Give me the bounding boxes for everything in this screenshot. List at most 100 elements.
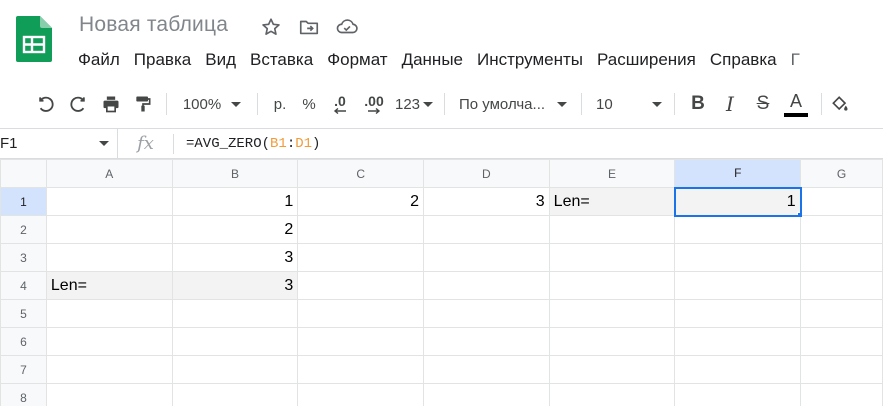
font-size-select[interactable]: 10 (590, 89, 666, 119)
cell-d1[interactable]: 3 (423, 187, 550, 216)
menu-tools[interactable]: Инструменты (470, 50, 590, 70)
column-header-b[interactable]: B (171, 159, 299, 188)
row-header-3[interactable]: 3 (0, 243, 47, 272)
increase-decimals-button[interactable]: .00 (356, 89, 392, 119)
column-header-c[interactable]: C (297, 159, 424, 188)
cell-b1[interactable]: 1 (171, 187, 299, 216)
cell-c1[interactable]: 2 (297, 187, 424, 216)
cell-f8[interactable] (674, 383, 802, 406)
cell-c3[interactable] (297, 243, 424, 272)
cell-a6[interactable] (45, 327, 173, 356)
cell-c7[interactable] (297, 355, 424, 384)
cell-f6[interactable] (674, 327, 802, 356)
cell-b6[interactable] (171, 327, 299, 356)
currency-format-button[interactable]: р. (266, 89, 294, 119)
zoom-select[interactable]: 100% (175, 89, 249, 119)
cell-f7[interactable] (674, 355, 802, 384)
cell-b8[interactable] (171, 383, 299, 406)
cell-f1[interactable]: 1 (673, 186, 802, 217)
cell-e6[interactable] (548, 327, 676, 356)
strikethrough-button[interactable]: S (747, 89, 779, 119)
cell-d6[interactable] (423, 327, 550, 356)
select-all-corner[interactable] (0, 159, 47, 188)
sheets-logo-icon[interactable] (16, 16, 52, 62)
cell-d7[interactable] (423, 355, 550, 384)
cell-c8[interactable] (297, 383, 424, 406)
more-formats-button[interactable]: 123 (392, 89, 436, 119)
cell-b5[interactable] (171, 299, 299, 328)
bold-button[interactable]: B (683, 89, 713, 119)
cell-a8[interactable] (45, 383, 173, 406)
cell-d5[interactable] (423, 299, 550, 328)
column-header-a[interactable]: A (45, 159, 173, 188)
italic-button[interactable]: I (713, 89, 747, 119)
decrease-decimals-button[interactable]: .0 (324, 89, 356, 119)
cell-b3[interactable]: 3 (171, 243, 299, 272)
text-color-button[interactable]: A (779, 89, 813, 119)
cell-a5[interactable] (45, 299, 173, 328)
column-header-f[interactable]: F (674, 159, 802, 188)
menu-overflow[interactable]: Г (784, 50, 807, 70)
column-header-d[interactable]: D (423, 159, 550, 188)
cell-d4[interactable] (423, 271, 550, 300)
cell-f3[interactable] (674, 243, 802, 272)
column-header-e[interactable]: E (548, 159, 676, 188)
star-icon[interactable] (258, 14, 284, 40)
menu-help[interactable]: Справка (703, 50, 784, 70)
percent-format-button[interactable]: % (294, 89, 324, 119)
cell-a7[interactable] (45, 355, 173, 384)
row-header-4[interactable]: 4 (0, 271, 47, 300)
cell-e5[interactable] (548, 299, 676, 328)
cell-g2[interactable] (800, 215, 883, 244)
cell-g6[interactable] (800, 327, 883, 356)
cell-c4[interactable] (297, 271, 424, 300)
menu-insert[interactable]: Вставка (243, 50, 320, 70)
row-header-6[interactable]: 6 (0, 327, 47, 356)
name-box[interactable]: F1 (0, 129, 118, 158)
font-family-select[interactable]: По умолча... (453, 89, 573, 119)
cell-c6[interactable] (297, 327, 424, 356)
cell-g7[interactable] (800, 355, 883, 384)
row-header-8[interactable]: 8 (0, 383, 47, 406)
cell-e2[interactable] (548, 215, 676, 244)
cell-e7[interactable] (548, 355, 676, 384)
row-header-7[interactable]: 7 (0, 355, 47, 384)
cell-a1[interactable] (45, 187, 173, 216)
cell-g5[interactable] (800, 299, 883, 328)
menu-extensions[interactable]: Расширения (590, 50, 703, 70)
fill-handle[interactable] (796, 211, 799, 214)
fill-color-icon[interactable] (830, 89, 852, 119)
cell-e4[interactable] (548, 271, 676, 300)
cloud-status-icon[interactable] (334, 14, 360, 40)
row-header-5[interactable]: 5 (0, 299, 47, 328)
undo-icon[interactable] (30, 89, 62, 119)
redo-icon[interactable] (62, 89, 94, 119)
print-icon[interactable] (94, 89, 128, 119)
column-header-g[interactable]: G (800, 159, 883, 188)
move-folder-icon[interactable] (296, 14, 322, 40)
row-header-1[interactable]: 1 (0, 187, 47, 216)
cell-f2[interactable] (674, 215, 802, 244)
cell-b7[interactable] (171, 355, 299, 384)
paint-format-icon[interactable] (128, 89, 158, 119)
cell-d8[interactable] (423, 383, 550, 406)
cell-d3[interactable] (423, 243, 550, 272)
row-header-2[interactable]: 2 (0, 215, 47, 244)
menu-file[interactable]: Файл (71, 50, 127, 70)
menu-view[interactable]: Вид (198, 50, 243, 70)
menu-edit[interactable]: Правка (127, 50, 198, 70)
cell-b2[interactable]: 2 (171, 215, 299, 244)
cell-g3[interactable] (800, 243, 883, 272)
cell-f5[interactable] (674, 299, 802, 328)
cell-e3[interactable] (548, 243, 676, 272)
cell-g8[interactable] (800, 383, 883, 406)
cell-c5[interactable] (297, 299, 424, 328)
cell-a2[interactable] (45, 215, 173, 244)
formula-input[interactable]: =AVG_ZERO(B1:D1) (174, 136, 320, 152)
cell-g1[interactable] (800, 187, 883, 216)
cell-f4[interactable] (674, 271, 802, 300)
cell-b4[interactable]: 3 (171, 271, 299, 300)
cell-c2[interactable] (297, 215, 424, 244)
cell-a3[interactable] (45, 243, 173, 272)
cell-e8[interactable] (548, 383, 676, 406)
